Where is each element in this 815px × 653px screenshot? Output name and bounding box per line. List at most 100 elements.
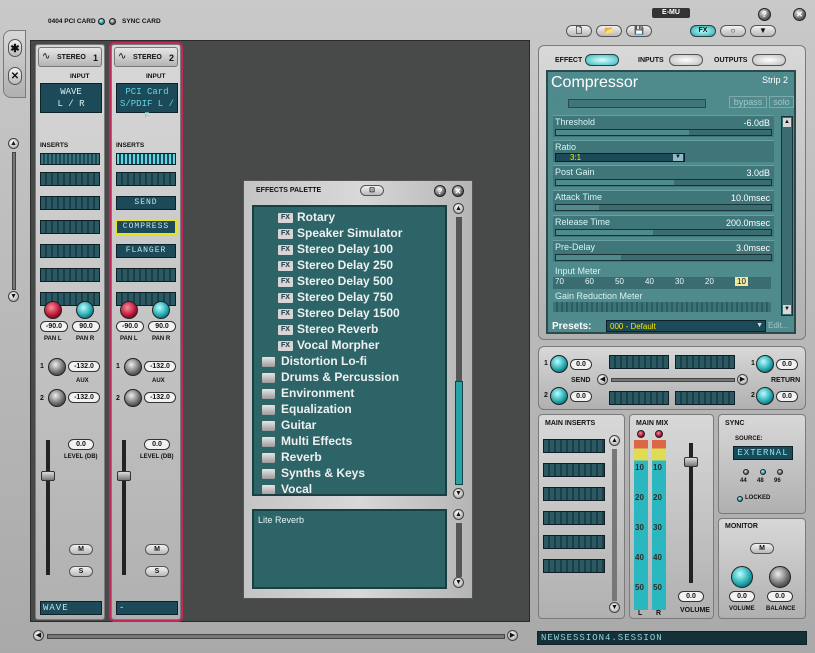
- param-value[interactable]: -6.0dB: [743, 118, 770, 128]
- insert-slot[interactable]: [40, 220, 100, 234]
- bypass-button[interactable]: bypass: [729, 96, 767, 108]
- param-pre-delay[interactable]: Pre-Delay 3.0msec: [553, 240, 774, 262]
- param-ratio[interactable]: Ratio 3:1 ▼: [553, 140, 774, 162]
- main-insert-slot[interactable]: [543, 463, 605, 477]
- input-source-display[interactable]: PCI Card S/PDIF L / F: [116, 83, 178, 121]
- main-insert-slot[interactable]: [543, 487, 605, 501]
- send-value-1[interactable]: 0.0: [570, 359, 592, 370]
- ratio-dropdown[interactable]: 3:1 ▼: [555, 153, 685, 162]
- aux-value-2[interactable]: -132.0: [144, 392, 176, 403]
- preset-dropdown[interactable]: 000 - Default ▼: [606, 320, 766, 332]
- param-slider[interactable]: [555, 204, 772, 211]
- mixer-hscrollbar[interactable]: ◀ ▶: [33, 629, 520, 643]
- tree-scrollbar[interactable]: ▲ ▼: [453, 203, 465, 499]
- mute-button[interactable]: M: [69, 544, 93, 555]
- folder-item[interactable]: Drums & Percussion: [254, 369, 444, 385]
- open-file-button[interactable]: 📂: [596, 25, 622, 37]
- folder-item[interactable]: Vocal: [254, 481, 444, 494]
- new-folder-button[interactable]: ⊡: [360, 185, 384, 196]
- scroll-up-icon[interactable]: ▲: [783, 118, 791, 127]
- send-value-2[interactable]: 0.0: [570, 391, 592, 402]
- folder-item[interactable]: Equalization: [254, 401, 444, 417]
- scroll-down-icon[interactable]: ▼: [8, 291, 19, 302]
- param-slider[interactable]: [555, 179, 772, 186]
- pan-right-knob[interactable]: [76, 301, 94, 319]
- strip-header[interactable]: ∿ STEREO 2: [114, 47, 178, 67]
- scroll-left-icon[interactable]: ◀: [33, 630, 44, 641]
- close-icon[interactable]: ✕: [452, 185, 464, 197]
- pan-right-value[interactable]: 90.0: [148, 321, 176, 332]
- param-value[interactable]: 10.0msec: [731, 193, 770, 203]
- rate-led-96[interactable]: [777, 469, 783, 475]
- effect-tab-led[interactable]: [585, 54, 619, 66]
- effect-item[interactable]: FX Stereo Delay 250: [254, 257, 444, 273]
- insert-slot[interactable]: COMPRESS: [115, 219, 177, 235]
- main-insert-slot[interactable]: [543, 535, 605, 549]
- edit-button[interactable]: Edit...: [768, 321, 788, 330]
- insert-slot[interactable]: [40, 244, 100, 258]
- pan-right-knob[interactable]: [152, 301, 170, 319]
- solo-button[interactable]: solo: [769, 96, 794, 108]
- level-value[interactable]: 0.0: [68, 439, 94, 450]
- pan-right-value[interactable]: 90.0: [72, 321, 100, 332]
- scroll-track[interactable]: [612, 449, 617, 601]
- param-release-time[interactable]: Release Time 200.0msec: [553, 215, 774, 237]
- fader-handle[interactable]: [41, 471, 55, 481]
- param-scrollbar[interactable]: ▲ ▼: [781, 116, 793, 316]
- param-threshold[interactable]: Threshold -6.0dB: [553, 115, 774, 137]
- pan-left-knob[interactable]: [120, 301, 138, 319]
- param-value[interactable]: 3.0msec: [736, 243, 770, 253]
- send-knob-2[interactable]: [550, 387, 568, 405]
- monitor-volume-value[interactable]: 0.0: [729, 591, 755, 602]
- folder-item[interactable]: Distortion Lo-fi: [254, 353, 444, 369]
- main-fader-handle[interactable]: [684, 457, 698, 467]
- send-knob-1[interactable]: [550, 355, 568, 373]
- pan-left-value[interactable]: -90.0: [40, 321, 68, 332]
- pan-left-knob[interactable]: [44, 301, 62, 319]
- fader-track[interactable]: [122, 440, 126, 575]
- scroll-down-icon[interactable]: ▼: [453, 488, 464, 499]
- rate-led-44[interactable]: [743, 469, 749, 475]
- scroll-up-icon[interactable]: ▲: [453, 509, 464, 520]
- scroll-track[interactable]: [456, 523, 462, 577]
- new-file-button[interactable]: 🗋: [566, 25, 592, 37]
- effect-item[interactable]: FX Stereo Reverb: [254, 321, 444, 337]
- fader-track[interactable]: [46, 440, 50, 575]
- folder-item[interactable]: Reverb: [254, 449, 444, 465]
- aux-knob-1[interactable]: [48, 358, 66, 376]
- effect-item[interactable]: FX Speaker Simulator: [254, 225, 444, 241]
- return-knob-2[interactable]: [756, 387, 774, 405]
- channel-strip-2[interactable]: ∿ STEREO 2 INPUT PCI Card S/PDIF L / F I…: [109, 42, 183, 622]
- rate-led-48[interactable]: [760, 469, 766, 475]
- return-value-1[interactable]: 0.0: [776, 359, 798, 370]
- record-button[interactable]: ○: [720, 25, 746, 37]
- folder-item[interactable]: Guitar: [254, 417, 444, 433]
- description-scrollbar[interactable]: ▲ ▼: [453, 509, 465, 591]
- solo-button[interactable]: S: [145, 566, 169, 577]
- send-slot-1[interactable]: [609, 355, 669, 369]
- main-insert-slot[interactable]: [543, 511, 605, 525]
- scroll-thumb[interactable]: [455, 381, 463, 485]
- fader-handle[interactable]: [117, 471, 131, 481]
- output-display[interactable]: -: [116, 601, 178, 615]
- folder-item[interactable]: Synths & Keys: [254, 465, 444, 481]
- solo-button[interactable]: S: [69, 566, 93, 577]
- folder-item[interactable]: Environment: [254, 385, 444, 401]
- insert-slot[interactable]: [40, 268, 100, 282]
- monitor-volume-knob[interactable]: [731, 566, 753, 588]
- strip-header[interactable]: ∿ STEREO 1: [38, 47, 102, 67]
- inputs-tab-led[interactable]: [669, 54, 703, 66]
- param-slider[interactable]: [555, 254, 772, 261]
- asterisk-tab[interactable]: ✱: [8, 39, 22, 57]
- outputs-tab-led[interactable]: [752, 54, 786, 66]
- insert-slot[interactable]: [116, 172, 176, 186]
- fx-button[interactable]: FX: [690, 25, 716, 37]
- main-insert-slot[interactable]: [543, 439, 605, 453]
- param-value[interactable]: 200.0msec: [726, 218, 770, 228]
- scroll-left-icon[interactable]: ◀: [597, 374, 608, 385]
- aux-knob-1[interactable]: [124, 358, 142, 376]
- effect-item[interactable]: FX Rotary: [254, 209, 444, 225]
- mute-button[interactable]: M: [145, 544, 169, 555]
- level-value[interactable]: 0.0: [144, 439, 170, 450]
- aux-value-1[interactable]: -132.0: [68, 361, 100, 372]
